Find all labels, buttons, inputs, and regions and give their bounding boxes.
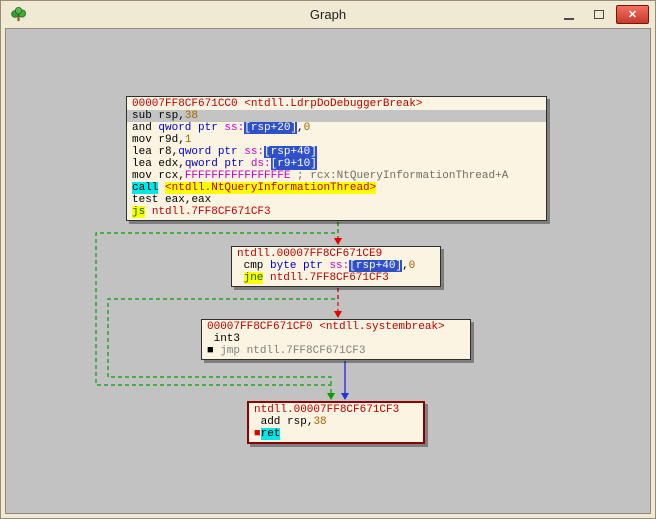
asm-line[interactable]: and qword ptr ss:[rsp+20],0 <box>127 122 546 134</box>
block-header[interactable]: ntdll.00007FF8CF671CE9 <box>232 248 440 260</box>
close-icon: ✕ <box>627 9 638 21</box>
block-header[interactable]: 00007FF8CF671CF0 <ntdll.systembreak> <box>202 321 470 333</box>
asm-line[interactable]: lea r8,qword ptr ss:[rsp+40] <box>127 146 546 158</box>
graph-window: Graph ✕ 00007FF8CF671CC0 <ntdll.LdrpDoDe… <box>0 0 656 519</box>
maximize-icon <box>594 10 604 19</box>
asm-line[interactable]: add rsp,38 <box>249 416 423 428</box>
maximize-button[interactable] <box>586 5 612 24</box>
asm-line[interactable]: int3 <box>202 333 470 345</box>
block-cf3[interactable]: ntdll.00007FF8CF671CF3 add rsp,38 ■ret <box>247 401 425 444</box>
block-systembreak[interactable]: 00007FF8CF671CF0 <ntdll.systembreak> int… <box>201 319 471 360</box>
asm-line[interactable]: cmp byte ptr ss:[rsp+40],0 <box>232 260 440 272</box>
asm-line[interactable]: mov r9d,1 <box>127 134 546 146</box>
asm-line[interactable]: jne ntdll.7FF8CF671CF3 <box>232 272 440 284</box>
minimize-icon <box>564 18 574 20</box>
asm-line[interactable]: call <ntdll.NtQueryInformationThread> <box>127 182 546 194</box>
block-ldrpdodebuggerbreak[interactable]: 00007FF8CF671CC0 <ntdll.LdrpDoDebuggerBr… <box>126 96 547 221</box>
block-header[interactable]: 00007FF8CF671CC0 <ntdll.LdrpDoDebuggerBr… <box>127 98 546 110</box>
asm-line[interactable]: js ntdll.7FF8CF671CF3 <box>127 206 546 218</box>
titlebar[interactable]: Graph ✕ <box>1 1 655 28</box>
asm-line[interactable]: ■ret <box>249 428 423 440</box>
block-ce9[interactable]: ntdll.00007FF8CF671CE9 cmp byte ptr ss:[… <box>231 246 441 287</box>
window-controls: ✕ <box>556 5 649 24</box>
asm-line[interactable]: lea edx,qword ptr ds:[r9+10] <box>127 158 546 170</box>
asm-line[interactable]: test eax,eax <box>127 194 546 206</box>
asm-line[interactable]: ■ jmp ntdll.7FF8CF671CF3 <box>202 345 470 357</box>
close-button[interactable]: ✕ <box>616 5 649 24</box>
block-header[interactable]: ntdll.00007FF8CF671CF3 <box>249 404 423 416</box>
asm-line[interactable]: sub rsp,38 <box>127 110 546 122</box>
minimize-button[interactable] <box>556 5 582 24</box>
asm-line[interactable]: mov rcx,FFFFFFFFFFFFFFFE ; rcx:NtQueryIn… <box>127 170 546 182</box>
